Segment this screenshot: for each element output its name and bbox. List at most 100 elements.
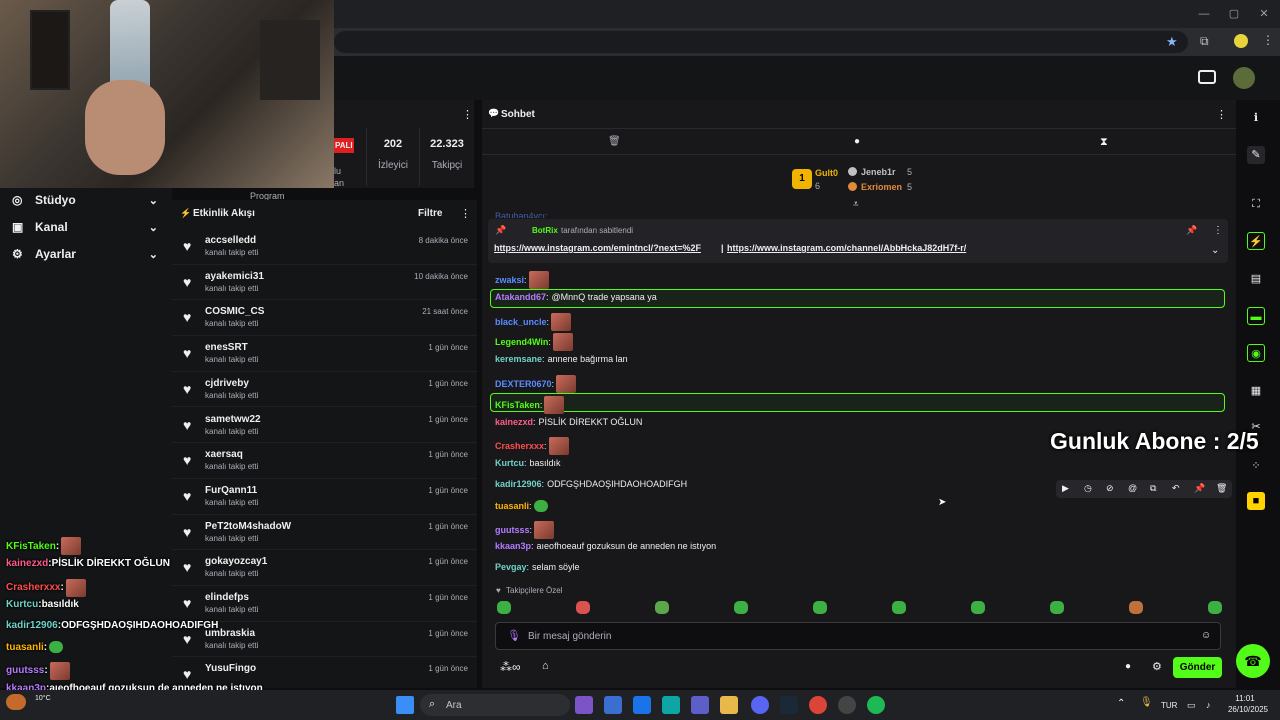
close-icon[interactable]: ✕ <box>1256 6 1272 22</box>
layers-icon[interactable]: ▦ <box>1247 382 1265 400</box>
chevron-down-icon[interactable]: ⌄ <box>1211 245 1219 256</box>
play-icon[interactable]: ▶ <box>1062 483 1069 494</box>
discord-icon[interactable] <box>751 696 769 714</box>
chat-message[interactable]: guutsss: <box>495 520 555 539</box>
activity-item[interactable]: ♥ ayakemici31 kanalı takip etti 10 dakika ö… <box>172 265 477 301</box>
activity-item[interactable]: ♥ cjdriveby kanalı takip etti 1 gün önce <box>172 372 477 408</box>
chat-username[interactable]: zwaksi <box>495 275 524 285</box>
network-icon[interactable]: ▭ <box>1187 700 1196 711</box>
send-button[interactable]: Gönder <box>1173 657 1222 678</box>
chat-username[interactable]: Crasherxxx <box>495 441 544 451</box>
chat-username[interactable]: kadir12906 <box>495 479 542 489</box>
stats-menu-icon[interactable]: ⋮ <box>462 108 473 121</box>
emote-shortcut-icon[interactable] <box>1050 601 1064 614</box>
chat-message[interactable]: Pevgay: selam söyle <box>495 562 580 572</box>
chat-message[interactable]: Crasherxxx: <box>495 437 569 456</box>
info-icon[interactable]: ℹ <box>1247 109 1265 127</box>
emoji-icon[interactable]: ☺ <box>1201 630 1211 641</box>
delete-icon[interactable]: 🗑 <box>1216 483 1227 494</box>
chat-username[interactable]: KFisTaken <box>495 400 540 410</box>
chat-message[interactable]: black_uncle: <box>495 312 572 331</box>
chat-message[interactable]: tuasanli: <box>495 499 548 512</box>
trash-icon[interactable]: 🗑 <box>608 136 621 147</box>
activity-item[interactable]: ♥ sametww22 kanalı takip etti 1 gün önce <box>172 408 477 444</box>
clock-icon[interactable]: ◷ <box>1084 483 1092 494</box>
chat-message[interactable]: Legend4Win: <box>495 333 573 352</box>
chat-message[interactable]: KFisTaken: <box>495 395 565 414</box>
activity-item[interactable]: ♥ xaersaq kanalı takip etti 1 gün önce <box>172 443 477 479</box>
bookmark-star-icon[interactable]: ★ <box>1166 34 1178 50</box>
clock-date[interactable]: 26/10/2025 <box>1222 705 1274 714</box>
pin-message-icon[interactable]: 📌 <box>1194 483 1205 494</box>
pinned-link-2[interactable]: https://www.instagram.com/channel/AbbHck… <box>727 243 966 253</box>
file-explorer-icon[interactable] <box>720 696 738 714</box>
store-icon[interactable]: ⌂ <box>542 660 549 672</box>
support-button[interactable]: ☎ <box>1236 644 1270 678</box>
apps-icon[interactable]: ⁘ <box>1247 457 1265 475</box>
mention-icon[interactable]: @ <box>1128 483 1137 493</box>
maximize-icon[interactable]: ▢ <box>1226 6 1242 22</box>
weather-icon[interactable] <box>6 694 26 710</box>
steam-icon[interactable] <box>780 696 798 714</box>
store-app-icon[interactable] <box>604 696 622 714</box>
language-indicator[interactable]: TUR <box>1161 701 1177 710</box>
chat-message[interactable]: kkaan3p: aıeofhoeauf gozuksun de anneden … <box>495 541 716 551</box>
chat-message[interactable]: DEXTER0670: <box>495 375 577 393</box>
chat-username[interactable]: tuasanli <box>495 501 529 511</box>
hide-icon[interactable]: ⊘ <box>1106 483 1114 494</box>
edge-icon[interactable] <box>662 696 680 714</box>
emote-shortcut-icon[interactable] <box>734 601 748 614</box>
emote-shortcut-icon[interactable] <box>655 601 669 614</box>
microphone-icon[interactable]: 🎙 <box>507 629 521 642</box>
chat-tab-icon[interactable]: ● <box>854 136 860 147</box>
spotify-icon[interactable] <box>867 696 885 714</box>
chrome-icon[interactable] <box>809 696 827 714</box>
chat-username[interactable]: kainezxd <box>495 417 533 427</box>
extensions-icon[interactable]: ⧉ <box>1200 34 1209 49</box>
unpin-icon[interactable]: 📌 <box>1186 225 1197 236</box>
chat-username[interactable]: Kurtcu <box>495 458 524 468</box>
chat-menu-icon[interactable]: ⋮ <box>1216 108 1227 121</box>
emote-shortcut-icon[interactable] <box>1129 601 1143 614</box>
windows-start-icon[interactable] <box>396 696 414 714</box>
sidebar-item-studio[interactable]: ◎ Stüdyo ⌄ <box>12 190 162 210</box>
volume-icon[interactable]: ♪ <box>1206 700 1211 710</box>
activity-item[interactable]: ♥ accselledd kanalı takip etti 8 dakika önc… <box>172 229 477 265</box>
activity-item[interactable]: ♥ gokayozcay1 kanalı takip etti 1 gün önce <box>172 550 477 586</box>
chat-message[interactable]: Kurtcu: basıldık <box>495 458 561 468</box>
pinned-link-1[interactable]: https://www.instagram.com/emintncl/?next… <box>494 243 701 253</box>
expand-icon[interactable]: ⛶ <box>1247 195 1265 213</box>
clock-time[interactable]: 11:01 <box>1222 694 1268 703</box>
sidebar-item-settings[interactable]: ⚙ Ayarlar ⌄ <box>12 244 162 264</box>
chevron-up-icon[interactable]: ⌃ <box>1117 698 1125 709</box>
activity-item[interactable]: ♥ elindefps kanalı takip etti 1 gün önce <box>172 586 477 622</box>
chat-username[interactable]: guutsss <box>495 525 530 535</box>
chat-message[interactable]: keremsane: annene bağırma lan <box>495 354 628 364</box>
kick-logo-icon[interactable] <box>1198 70 1216 84</box>
chat-username[interactable]: DEXTER0670 <box>495 379 552 389</box>
chat-username[interactable]: kkaan3p <box>495 541 531 551</box>
gift-icon[interactable]: ■ <box>1247 492 1265 510</box>
copy-icon[interactable]: ⧉ <box>1150 483 1156 494</box>
emote-shortcut-icon[interactable] <box>576 601 590 614</box>
chat-message[interactable]: Atakandd67: @MnnQ trade yapsana ya <box>495 292 657 302</box>
chat-username[interactable]: Pevgay <box>495 562 527 572</box>
sidebar-item-channel[interactable]: ▣ Kanal ⌄ <box>12 217 162 237</box>
emote-shortcut-icon[interactable] <box>971 601 985 614</box>
reply-icon[interactable]: ↶ <box>1172 483 1180 494</box>
emote-shortcut-icon[interactable] <box>1208 601 1222 614</box>
chat-message[interactable]: kadir12906: ODFGŞHDAOŞIHDAOHOADIFGH <box>495 479 687 489</box>
user-avatar[interactable] <box>1233 67 1255 89</box>
chat-message[interactable]: zwaksi: <box>495 271 549 289</box>
hourglass-icon[interactable]: ⧗ <box>1100 136 1108 149</box>
profile-avatar[interactable] <box>1234 34 1248 48</box>
chat-username[interactable]: Legend4Win <box>495 337 548 347</box>
collapse-icon[interactable]: ⩡ <box>853 199 859 210</box>
chat-username[interactable]: keremsane <box>495 354 542 364</box>
filter-button[interactable]: Filtre <box>418 208 442 219</box>
microphone-icon[interactable]: 🎙 <box>1140 697 1153 708</box>
activity-item[interactable]: ♥ COSMIC_CS kanalı takip etti 21 saat önce <box>172 300 477 337</box>
infinity-icon[interactable]: ⁂∞ <box>500 660 521 674</box>
emote-shortcut-icon[interactable] <box>892 601 906 614</box>
activity-menu-icon[interactable]: ⋮ <box>460 207 471 220</box>
